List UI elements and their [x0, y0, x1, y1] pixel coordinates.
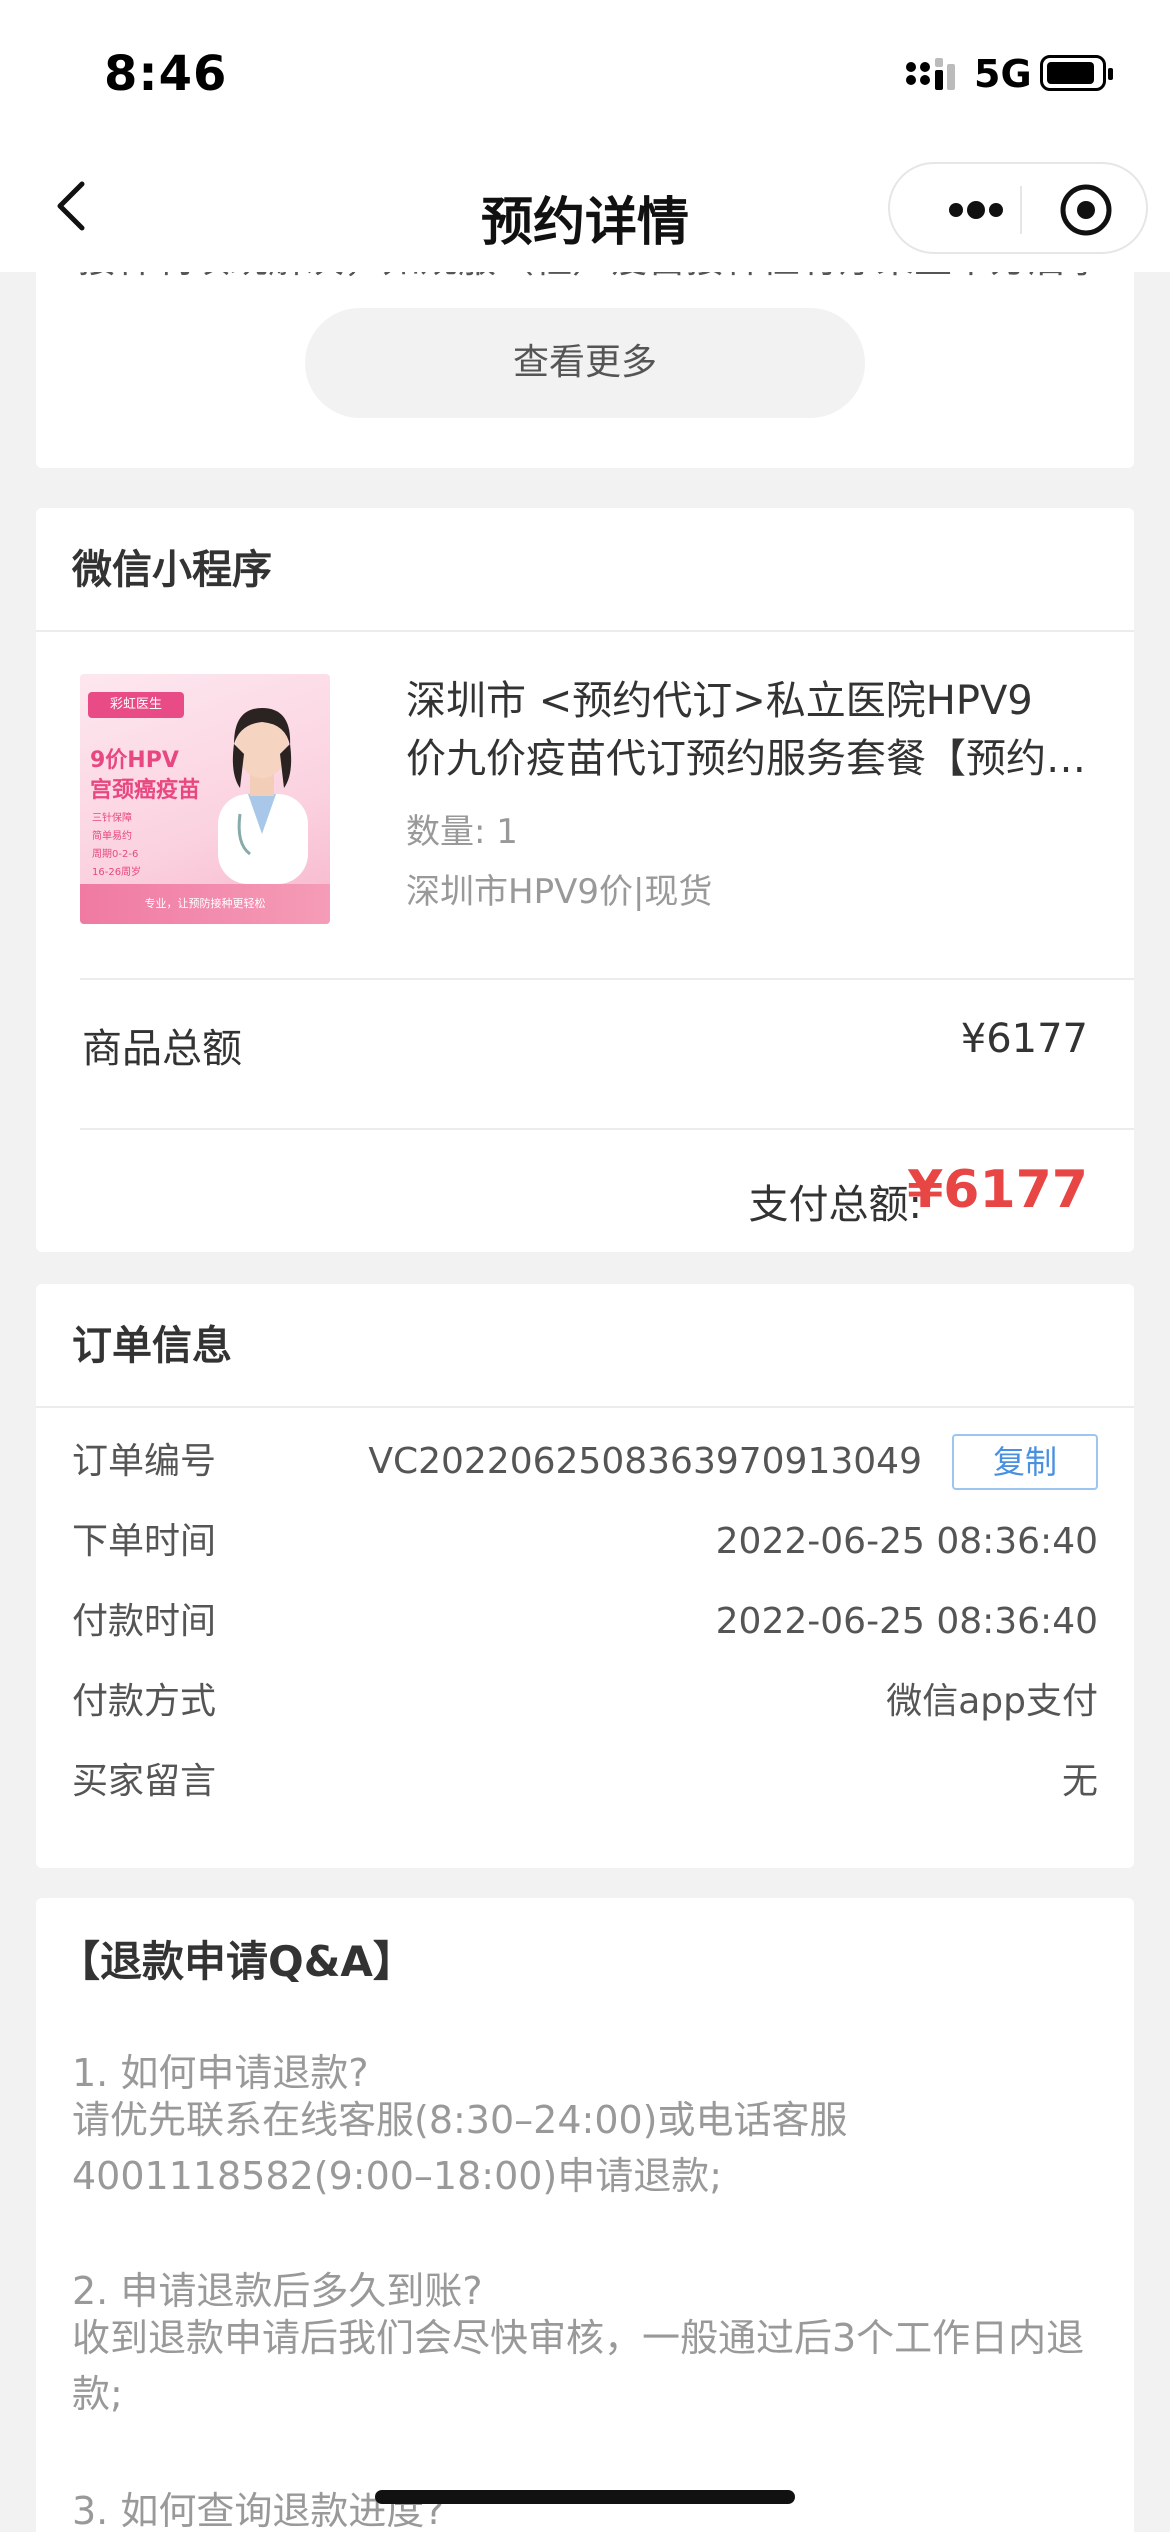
order-time-label: 下单时间 [72, 1521, 217, 1562]
image-footer: 专业，让预防接种更轻松 [80, 884, 330, 924]
qa-question: 3. 如何查询退款进度? [72, 2489, 445, 2532]
qa-title: 【退款申请Q&A】 [58, 1937, 415, 1986]
image-badge: 彩虹医生 [88, 692, 184, 718]
product-image[interactable]: 彩虹医生 9价HPV 宫颈癌疫苗 三针保障 简单易约 周期0-2-6 16-26… [80, 674, 330, 924]
status-bar: 8:46 5G [0, 0, 1170, 142]
order-number-value: VC20220625083639709130​49 [368, 1441, 922, 1482]
pay-method-value: 微信app支付 [886, 1681, 1098, 1722]
close-target-icon[interactable] [1058, 182, 1114, 238]
image-bullets: 三针保障 简单易约 周期0-2-6 16-26周岁 [92, 810, 141, 882]
copy-button[interactable]: 复制 [952, 1434, 1098, 1490]
order-time-row: 下单时间 2022-06-25 08:36:40 [72, 1512, 1098, 1572]
image-title-1: 9价HPV [90, 748, 179, 773]
order-time-value: 2022-06-25 08:36:40 [715, 1521, 1098, 1562]
product-quantity: 数量: 1 [406, 812, 518, 852]
nav-bar: 预约详情 [0, 142, 1170, 272]
view-more-button[interactable]: 查看更多 [305, 308, 865, 418]
signal-icon [906, 58, 955, 90]
more-dots-icon[interactable] [930, 164, 1020, 256]
qa-answer: 请优先联系在线客服(8:30–24:00)或电话客服4001118582(9:0… [72, 2098, 848, 2198]
image-title-2: 宫颈癌疫苗 [90, 778, 201, 803]
image-bullet: 简单易约 [92, 831, 132, 842]
subtotal-value: ¥6177 [960, 1016, 1088, 1062]
subtotal-label: 商品总额 [82, 1026, 242, 1072]
image-bullet: 周期0-2-6 [92, 849, 139, 860]
product-title-line2: 价九价疫苗代订预约服务套餐【预约代订】 [406, 736, 1106, 782]
order-info-card: 订单信息 订单编号 VC20220625083639709130​49 复制 下… [36, 1284, 1134, 1868]
refund-qa-card: 【退款申请Q&A】 1. 如何申请退款? 请优先联系在线客服(8:30–24:0… [36, 1898, 1134, 2532]
product-card: 微信小程序 彩虹医生 9价HPV 宫颈癌疫苗 三针保障 简单易约 周期0-2-6… [36, 508, 1134, 1252]
total-label: 支付总额: [748, 1182, 922, 1228]
scroll-content[interactable]: 接种制项跳解决，如规服（社）疫苗接种性有疗果生中方后事 查看更多 微信小程序 彩… [0, 272, 1170, 2532]
product-spec: 深圳市HPV9价|现货 [406, 872, 713, 912]
buyer-note-value: 无 [1061, 1761, 1098, 1802]
mini-program-capsule [888, 162, 1148, 254]
order-number-row: 订单编号 VC20220625083639709130​49 [72, 1432, 922, 1492]
image-bullet: 三针保障 [92, 813, 132, 824]
doctor-illustration [218, 708, 308, 884]
capsule-divider [1020, 186, 1022, 234]
home-indicator[interactable] [375, 2490, 795, 2504]
buyer-note-label: 买家留言 [72, 1761, 217, 1802]
description-card: 接种制项跳解决，如规服（社）疫苗接种性有疗果生中方后事 查看更多 [36, 272, 1134, 468]
order-number-label: 订单编号 [72, 1441, 217, 1482]
order-info-header: 订单信息 [36, 1284, 1134, 1408]
product-title-line1: 深圳市 <预约代订>私立医院HPV9 [406, 678, 1033, 724]
qa-question: 2. 申请退款后多久到账? [72, 2269, 483, 2313]
product-card-header: 微信小程序 [36, 508, 1134, 632]
pay-time-label: 付款时间 [72, 1601, 217, 1642]
total-value: ¥6177 [907, 1160, 1088, 1220]
qa-answer: 收到退款申请后我们会尽快审核，一般通过后3个工作日内退款; [72, 2316, 1085, 2416]
pay-method-row: 付款方式 微信app支付 [72, 1672, 1098, 1732]
battery-icon [1040, 55, 1113, 91]
status-time: 8:46 [104, 46, 228, 102]
description-text: 接种制项跳解决，如规服（社）疫苗接种性有疗果生中方后事 [78, 272, 1104, 283]
image-bullet: 16-26周岁 [92, 867, 142, 878]
buyer-note-row: 买家留言 无 [72, 1752, 1098, 1812]
divider [80, 978, 1134, 980]
divider [80, 1128, 1134, 1130]
pay-method-label: 付款方式 [72, 1681, 217, 1722]
network-type: 5G [974, 52, 1032, 96]
pay-time-row: 付款时间 2022-06-25 08:36:40 [72, 1592, 1098, 1652]
product-title[interactable]: 深圳市 <预约代订>私立医院HPV9 价九价疫苗代订预约服务套餐【预约代订】 [406, 672, 1106, 788]
screen: 8:46 5G 预约详情 接种制项跳解 [0, 0, 1170, 2532]
qa-question: 1. 如何申请退款? [72, 2051, 369, 2095]
pay-time-value: 2022-06-25 08:36:40 [715, 1601, 1098, 1642]
